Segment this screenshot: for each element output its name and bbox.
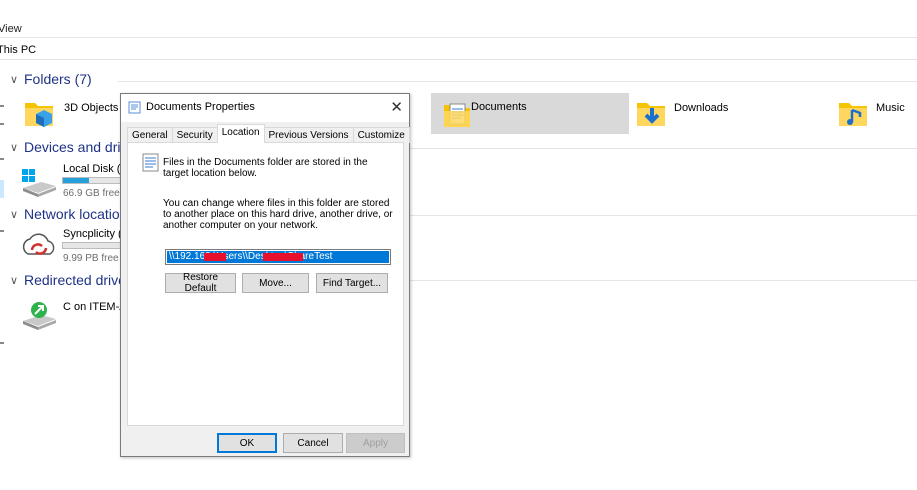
documents-info-icon: [142, 153, 159, 172]
nav-selected-item[interactable]: [0, 180, 4, 198]
redaction-mark: [204, 253, 226, 261]
address-path[interactable]: This PC: [0, 44, 36, 56]
tab-location[interactable]: Location: [216, 124, 265, 143]
folder-3d-objects[interactable]: 3D Objects: [22, 96, 118, 132]
find-target-button[interactable]: Find Target...: [316, 273, 388, 293]
network-drive-icon: [23, 302, 56, 330]
drive-local-disk-free: 66.9 GB free o: [63, 188, 129, 199]
folder-downloads-label: Downloads: [674, 102, 729, 114]
ok-button[interactable]: OK: [217, 433, 277, 453]
drive-usage-fill: [63, 178, 90, 183]
chevron-down-icon: ∨: [10, 141, 19, 154]
dialog-title-bar[interactable]: Documents Properties ✕: [121, 94, 409, 122]
target-path-text: \\192.168.\Users\\Desktop\ShareTest: [169, 251, 333, 262]
chevron-down-icon: ∨: [10, 73, 19, 86]
music-folder-icon: [839, 103, 867, 126]
dialog-title: Documents Properties: [146, 101, 255, 113]
network-usage-bar: [62, 242, 122, 249]
location-info-text: Files in the Documents folder are stored…: [163, 157, 368, 179]
syncplicity-icon: [22, 233, 55, 255]
menu-bar: [0, 0, 917, 38]
redaction-mark: [263, 253, 303, 261]
group-divider: [410, 148, 917, 149]
tab-security[interactable]: Security: [171, 127, 218, 143]
redirected-drive-c[interactable]: C on ITEM-AX: [20, 297, 134, 335]
folder-downloads[interactable]: Downloads: [634, 96, 728, 132]
dialog-tabs: General Security Location Previous Versi…: [127, 124, 410, 143]
apply-button[interactable]: Apply: [346, 433, 405, 453]
chevron-down-icon: ∨: [10, 274, 19, 287]
location-change-text: You can change where files in this folde…: [163, 198, 393, 231]
menu-view[interactable]: View: [0, 23, 22, 35]
group-divider: [410, 280, 917, 281]
drive-local-disk[interactable]: Local Disk (C: 66.9 GB free o: [20, 163, 131, 201]
group-divider: [118, 81, 917, 82]
local-disk-icon: [22, 169, 56, 197]
group-divider: [410, 215, 917, 216]
group-network-label: Network locations: [24, 206, 135, 222]
restore-default-button[interactable]: Restore Default: [165, 272, 236, 294]
folder-music[interactable]: Music: [836, 96, 905, 132]
tab-general[interactable]: General: [127, 127, 173, 143]
network-syncplicity-free: 9.99 PB free o: [63, 253, 127, 264]
tab-previous-versions[interactable]: Previous Versions: [263, 127, 354, 143]
3d-objects-folder-icon: [25, 103, 53, 127]
close-icon[interactable]: ✕: [390, 98, 403, 116]
folder-music-label: Music: [876, 102, 905, 114]
cancel-button[interactable]: Cancel: [283, 433, 343, 453]
folder-3d-objects-label: 3D Objects: [64, 102, 119, 114]
group-folders[interactable]: ∨ Folders (7): [10, 71, 92, 87]
location-tab-panel: Files in the Documents folder are stored…: [127, 142, 404, 426]
navigation-pane[interactable]: [0, 60, 6, 490]
chevron-down-icon: ∨: [10, 208, 19, 221]
documents-folder-icon: [444, 103, 470, 127]
tab-customize[interactable]: Customize: [352, 127, 410, 143]
documents-properties-dialog: Documents Properties ✕ General Security …: [120, 93, 410, 457]
group-folders-label: Folders (7): [24, 71, 92, 87]
move-button[interactable]: Move...: [242, 273, 309, 293]
folder-documents[interactable]: Documents: [431, 93, 629, 134]
downloads-folder-icon: [637, 103, 665, 126]
address-bar[interactable]: [0, 40, 917, 60]
drive-usage-bar: [62, 177, 122, 184]
documents-small-icon: [128, 101, 141, 114]
group-network[interactable]: ∨ Network locations: [10, 206, 135, 222]
network-syncplicity[interactable]: Syncplicity (Sy 9.99 PB free o: [20, 228, 135, 266]
folder-documents-label: Documents: [471, 101, 527, 113]
